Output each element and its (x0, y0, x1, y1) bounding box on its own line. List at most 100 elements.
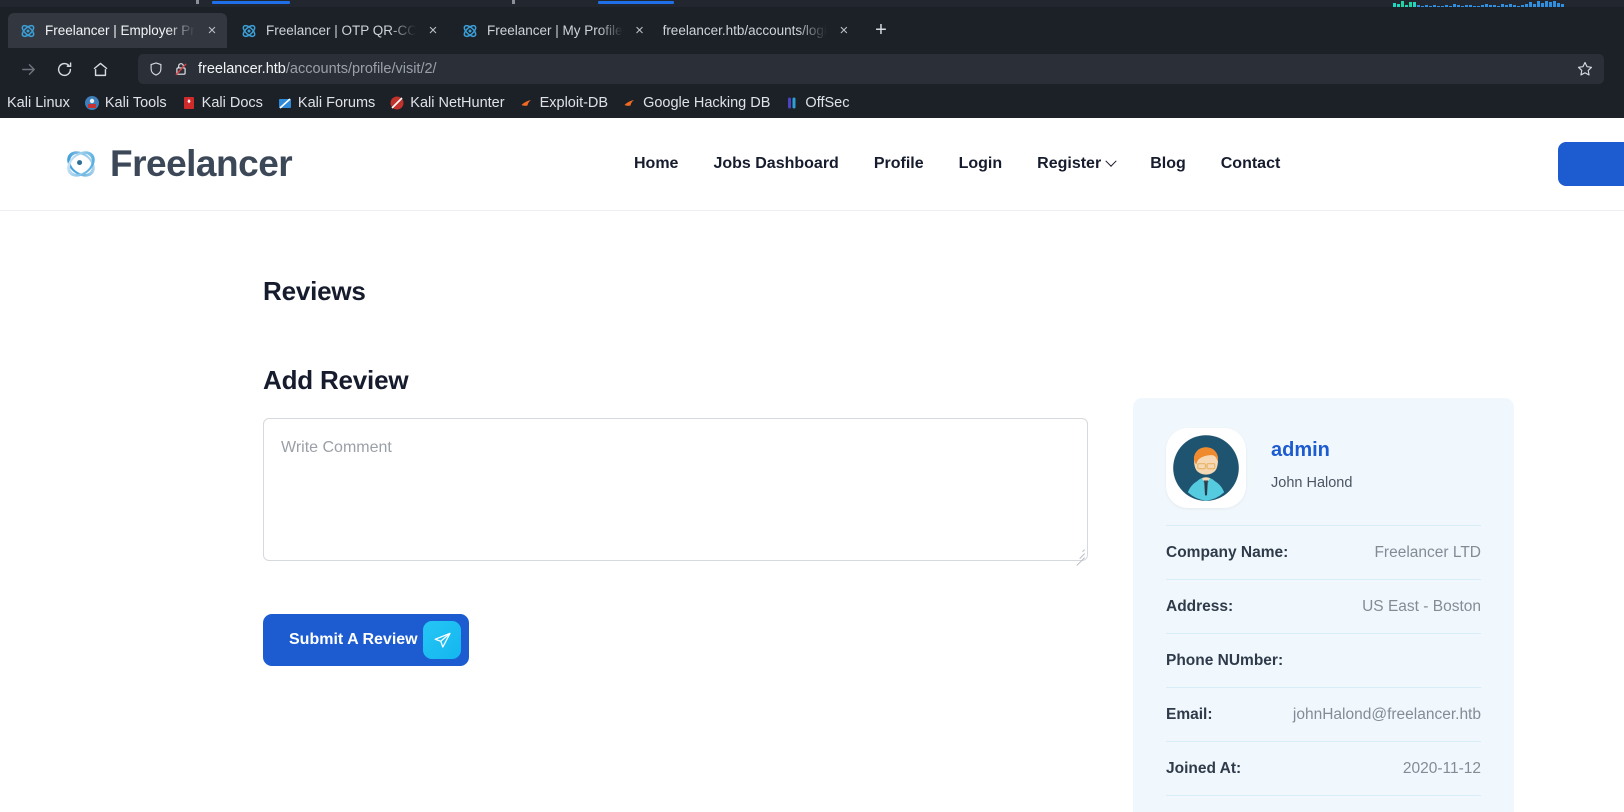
shield-icon[interactable] (148, 61, 164, 77)
detail-value: 2020-11-12 (1402, 759, 1481, 777)
profile-detail-row-joined-at: Joined At: 2020-11-12 (1166, 741, 1481, 795)
profile-sidebar-card: admin John Halond Company Name: Freelanc… (1133, 398, 1514, 812)
panel-tab-indicator (598, 1, 674, 4)
exploitdb-icon (519, 95, 535, 111)
close-icon[interactable]: × (835, 22, 853, 40)
detail-label: Address: (1166, 597, 1234, 615)
bookmark-label: Kali Forums (297, 95, 376, 111)
nav-item-jobs-dashboard[interactable]: Jobs Dashboard (713, 155, 838, 173)
profile-detail-row-address: Address: US East - Boston (1166, 579, 1481, 633)
detail-value: US East - Boston (1362, 597, 1481, 615)
avatar (1166, 428, 1246, 508)
paper-plane-send-icon (423, 621, 461, 659)
page-content: Reviews Add Review Write Comment Submit … (0, 211, 1624, 812)
user-avatar-illustration (1173, 435, 1239, 501)
nav-item-blog[interactable]: Blog (1150, 155, 1186, 173)
detail-label: Company Name: (1166, 543, 1289, 561)
chevron-down-icon (1105, 155, 1117, 167)
close-icon[interactable]: × (203, 22, 221, 40)
bookmark-kali-linux[interactable]: Kali Linux (0, 95, 70, 111)
detail-label: Phone NUmber: (1166, 651, 1284, 669)
browser-tab-label: freelancer.htb/accounts/logi (662, 23, 827, 38)
freelancer-atom-icon (462, 23, 478, 39)
panel-marker (196, 0, 199, 4)
profile-username[interactable]: admin (1271, 439, 1352, 462)
profile-detail-row-company-name: Company Name: Freelancer LTD (1166, 525, 1481, 579)
lock-crossed-out-icon[interactable] (173, 61, 189, 77)
profile-detail-row-email: Email: johnHalond@freelancer.htb (1166, 687, 1481, 741)
browser-tab-1[interactable]: Freelancer | OTP QR-COD × (229, 13, 448, 48)
nav-item-profile[interactable]: Profile (874, 155, 924, 173)
browser-tab-label: Freelancer | OTP QR-COD (266, 23, 416, 38)
bookmark-offsec[interactable]: OffSec (784, 95, 849, 111)
browser-tab-3[interactable]: freelancer.htb/accounts/logi × (657, 13, 859, 48)
address-bar[interactable]: freelancer.htb/accounts/profile/visit/2/ (138, 54, 1604, 84)
nav-label: Blog (1150, 155, 1186, 172)
profile-identity: admin John Halond (1271, 428, 1352, 491)
reviews-heading: Reviews (263, 276, 366, 306)
profile-details-list: Company Name: Freelancer LTD Address: US… (1166, 525, 1481, 812)
nav-item-login[interactable]: Login (959, 155, 1003, 173)
offsec-icon (784, 95, 800, 111)
reviews-section: Reviews Add Review Write Comment Submit … (263, 276, 1090, 666)
bookmark-exploit-db[interactable]: Exploit-DB (519, 95, 608, 111)
nav-item-home[interactable]: Home (634, 155, 678, 173)
nav-item-contact[interactable]: Contact (1221, 155, 1281, 173)
bookmark-label: Kali Linux (7, 95, 70, 111)
url-text: freelancer.htb/accounts/profile/visit/2/ (198, 61, 1574, 77)
url-path: /accounts/profile/visit/2/ (285, 61, 437, 77)
bookmark-label: Kali Tools (104, 95, 167, 111)
bookmark-kali-forums[interactable]: Kali Forums (277, 95, 375, 111)
site-header: Freelancer Home Jobs Dashboard Profile L… (0, 118, 1624, 211)
profile-fullname: John Halond (1271, 475, 1353, 491)
comment-placeholder: Write Comment (281, 439, 392, 456)
detail-value: Freelancer LTD (1374, 543, 1481, 561)
close-icon[interactable]: × (631, 22, 649, 40)
bookmark-kali-docs[interactable]: Kali Docs (181, 95, 263, 111)
home-icon[interactable] (84, 53, 116, 85)
resize-handle[interactable] (1074, 547, 1085, 566)
browser-chrome: Freelancer | Employer Pro × Freelancer |… (0, 7, 1624, 118)
googlehackingdb-icon (622, 95, 638, 111)
nav-label: Register (1037, 155, 1102, 172)
system-monitor-graph (1393, 0, 1564, 7)
kali-tools-icon (84, 95, 100, 111)
kali-nethunter-icon (389, 95, 405, 111)
panel-tab-indicator (212, 1, 290, 4)
bookmark-kali-tools[interactable]: Kali Tools (84, 95, 167, 111)
bookmarks-bar: Kali Linux Kali Tools Kali Docs Kali For… (0, 90, 1624, 116)
comment-textarea[interactable]: Write Comment (263, 418, 1088, 566)
add-review-heading: Add Review (263, 365, 409, 395)
kali-forums-icon (277, 95, 293, 111)
star-icon[interactable] (1574, 58, 1596, 80)
site-logo-text: Freelancer (110, 143, 293, 184)
freelancer-atom-icon (241, 23, 257, 39)
desktop-panel-strip (0, 0, 1624, 7)
submit-review-label: Submit A Review (289, 631, 418, 648)
panel-marker (512, 0, 515, 4)
submit-review-button[interactable]: Submit A Review (263, 614, 469, 666)
close-icon[interactable]: × (424, 22, 442, 40)
nav-label: Contact (1220, 155, 1281, 172)
new-tab-button[interactable]: + (867, 16, 895, 44)
bookmark-google-hacking-db[interactable]: Google Hacking DB (622, 95, 770, 111)
nav-label: Profile (873, 155, 924, 172)
site-logo[interactable]: Freelancer (58, 141, 293, 187)
atom-swirl-logo-icon (58, 141, 104, 187)
kali-docs-book-icon (181, 95, 197, 111)
bookmark-label: Google Hacking DB (643, 95, 771, 111)
header-cta-button[interactable] (1558, 142, 1624, 186)
bookmark-label: Kali Docs (201, 95, 263, 111)
bookmark-kali-nethunter[interactable]: Kali NetHunter (389, 95, 505, 111)
nav-label: Login (958, 155, 1003, 172)
profile-header: admin John Halond (1133, 398, 1514, 508)
browser-tab-2[interactable]: Freelancer | My Profile × (450, 13, 655, 48)
detail-label: Email: (1166, 705, 1213, 723)
freelancer-atom-icon (20, 23, 36, 39)
nav-item-register[interactable]: Register (1037, 155, 1117, 173)
profile-detail-row-job-position: Job Position: (1166, 795, 1481, 812)
forward-arrow-icon[interactable] (12, 53, 44, 85)
reload-icon[interactable] (48, 53, 80, 85)
nav-label: Jobs Dashboard (713, 155, 839, 172)
browser-tab-0[interactable]: Freelancer | Employer Pro × (8, 13, 227, 48)
